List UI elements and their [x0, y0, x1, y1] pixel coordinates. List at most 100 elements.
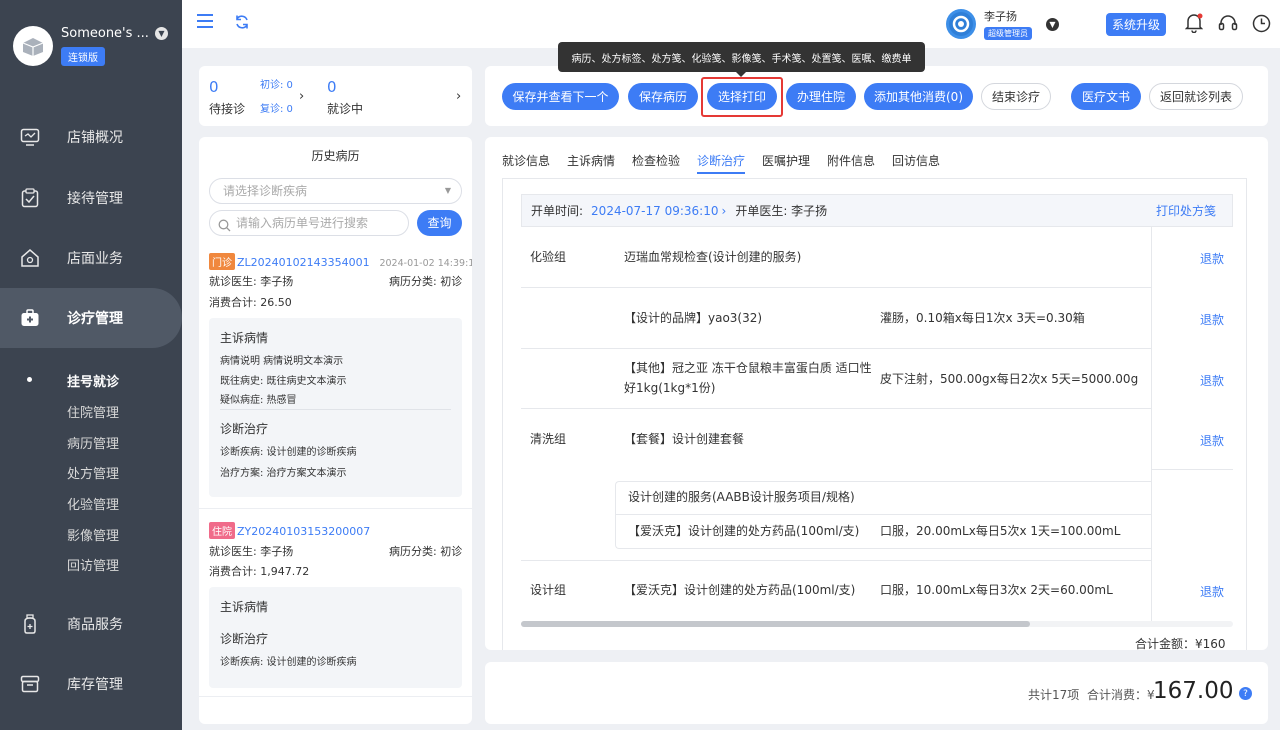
end-treatment-button[interactable]: 结束诊疗	[981, 83, 1051, 110]
query-button[interactable]: 查询	[417, 210, 462, 236]
subtotal: 合计金额：¥160	[1135, 637, 1226, 651]
disease-select[interactable]: 请选择诊断疾病 ▼	[209, 178, 462, 204]
row-divider	[521, 348, 1151, 349]
nav-label: 诊疗管理	[67, 311, 123, 327]
queue-panel: 0 待接诊 初诊: 0 复诊: 0 › 0 就诊中 ›	[199, 66, 472, 126]
save-record-button[interactable]: 保存病历	[628, 83, 698, 110]
prescribing-doctor: 开单医生: 李子扬	[735, 204, 828, 218]
row-divider	[615, 514, 1151, 515]
group-name: 设计组	[530, 583, 567, 597]
refund-link[interactable]: 退款	[1200, 432, 1224, 449]
user-menu[interactable]: 李子扬 超级管理员 ▼	[946, 8, 1059, 40]
search-input[interactable]: 请输入病历单号进行搜索	[209, 210, 409, 236]
record-date: 2024-01-02 14:39:10	[379, 258, 472, 269]
print-prescription-link[interactable]: 打印处方笺	[1156, 202, 1216, 219]
chevron-down-icon[interactable]: ▼	[1046, 17, 1059, 31]
sub-nav-registration[interactable]: 挂号就诊	[67, 371, 119, 390]
medical-docs-button[interactable]: 医疗文书	[1071, 83, 1141, 110]
bell-icon[interactable]	[1184, 13, 1204, 36]
clock-icon[interactable]	[1252, 14, 1271, 36]
nav-reception[interactable]: 接待管理	[0, 168, 182, 228]
record-total: 消费合计: 26.50	[209, 296, 292, 309]
medical-kit-icon	[19, 307, 41, 329]
nav-treatment[interactable]: 诊疗管理	[0, 288, 182, 348]
record-category: 病历分类: 初诊	[389, 275, 463, 288]
tab-orders-nursing[interactable]: 医嘱护理	[762, 152, 810, 169]
sub-nav-lab[interactable]: 化验管理	[67, 494, 119, 513]
sub-nav-inpatient[interactable]: 住院管理	[67, 402, 119, 421]
diagnosis-disease: 诊断疾病: 设计创建的诊断疾病	[220, 657, 357, 668]
sub-nav-imaging[interactable]: 影像管理	[67, 525, 119, 544]
record-header[interactable]: 住院 ZY20240103153200007	[209, 522, 370, 539]
record-id[interactable]: ZL20240102143354001	[237, 256, 370, 269]
search-placeholder: 请输入病历单号进行搜索	[236, 216, 369, 230]
nav-label: 接待管理	[67, 191, 123, 207]
open-time-value[interactable]: 2024-07-17 09:36:10	[591, 204, 718, 218]
item-count: 共计17项	[1028, 688, 1080, 702]
revisit-count: 复诊: 0	[260, 104, 293, 115]
item-usage: 口服，10.00mLx每日3次x 2天=60.00mL	[880, 583, 1113, 597]
diagnosis-title: 诊断治疗	[220, 422, 269, 436]
avatar	[946, 9, 976, 39]
upgrade-button[interactable]: 系统升级	[1106, 13, 1167, 36]
sub-nav-followup[interactable]: 回访管理	[67, 555, 119, 574]
chevron-right-icon[interactable]: ›	[456, 89, 461, 104]
refund-link[interactable]: 退款	[1200, 372, 1224, 389]
refresh-icon[interactable]	[234, 14, 250, 33]
edition-badge: 连锁版	[61, 47, 105, 66]
admit-inpatient-button[interactable]: 办理住院	[786, 83, 856, 110]
row-divider	[1151, 469, 1233, 470]
row-divider	[521, 287, 1151, 288]
tab-complaint[interactable]: 主诉病情	[567, 152, 615, 169]
waiting-label[interactable]: 待接诊	[209, 100, 245, 117]
visiting-label[interactable]: 就诊中	[327, 100, 363, 117]
add-other-charge-button[interactable]: 添加其他消费(0)	[864, 83, 973, 110]
tab-attachments[interactable]: 附件信息	[827, 152, 875, 169]
horizontal-scrollbar[interactable]	[521, 621, 1233, 627]
bottle-icon	[19, 613, 41, 635]
item-name: 【套餐】设计创建套餐	[624, 432, 745, 446]
chevron-right-icon[interactable]: ›	[722, 204, 727, 218]
monitor-icon	[19, 126, 41, 148]
record-id[interactable]: ZY20240103153200007	[237, 525, 370, 538]
scrollbar-thumb[interactable]	[521, 621, 1030, 627]
sub-nav-records[interactable]: 病历管理	[67, 433, 119, 452]
nav-store-business[interactable]: 店面业务	[0, 228, 182, 288]
item-name: 【爱沃克】设计创建的处方药品(100ml/支)	[624, 583, 856, 597]
tab-visit-info[interactable]: 就诊信息	[502, 152, 550, 169]
treatment-plan: 治疗方案: 治疗方案文本演示	[220, 468, 347, 479]
nav-label: 店面业务	[67, 251, 123, 267]
refund-link[interactable]: 退款	[1200, 583, 1224, 600]
group-name: 化验组	[530, 250, 567, 264]
nav-inventory[interactable]: 库存管理	[0, 654, 182, 714]
chevron-down-icon[interactable]: ▼	[154, 27, 168, 40]
item-name: 迈瑞血常规检查(设计创建的服务)	[624, 250, 802, 264]
active-tab-underline	[697, 172, 745, 174]
menu-icon[interactable]	[196, 13, 214, 32]
user-role-badge: 超级管理员	[984, 27, 1032, 40]
record-doctor: 就诊医生: 李子扬	[209, 275, 294, 288]
item-usage: 灌肠，0.10箱x每日1次x 3天=0.30箱	[880, 311, 1085, 325]
back-to-list-button[interactable]: 返回就诊列表	[1149, 83, 1243, 110]
tab-exam[interactable]: 检查检验	[632, 152, 680, 169]
headset-icon[interactable]	[1218, 14, 1238, 35]
item-usage: 皮下注射，500.00gx每日2次x 5天=5000.00g	[880, 372, 1139, 386]
chevron-right-icon[interactable]: ›	[299, 89, 304, 104]
box-icon	[19, 673, 41, 695]
nav-goods-service[interactable]: 商品服务	[0, 594, 182, 654]
save-and-next-button[interactable]: 保存并查看下一个	[502, 83, 619, 110]
tab-diagnosis[interactable]: 诊断治疗	[697, 152, 745, 169]
refund-link[interactable]: 退款	[1200, 311, 1224, 328]
refund-link[interactable]: 退款	[1200, 250, 1224, 267]
sidebar: Someone's ... ▼ 连锁版 店铺概况 接待管理 店面业务 诊疗管理 挂…	[0, 0, 182, 730]
nav-label: 库存管理	[67, 677, 123, 693]
package-item-usage: 口服，20.00mLx每日5次x 1天=100.00mL	[880, 524, 1121, 538]
total-label: 合计消费：¥	[1087, 688, 1155, 702]
store-switcher[interactable]: Someone's ... ▼ 连锁版	[13, 26, 168, 66]
sub-nav-prescription[interactable]: 处方管理	[67, 463, 119, 482]
package-item: 【爱沃克】设计创建的处方药品(100ml/支)	[628, 524, 860, 538]
record-header[interactable]: 门诊 ZL20240102143354001 2024-01-02 14:39:1…	[209, 253, 472, 270]
help-icon[interactable]: ?	[1239, 687, 1252, 700]
nav-store-overview[interactable]: 店铺概况	[0, 107, 182, 167]
tab-followup[interactable]: 回访信息	[892, 152, 940, 169]
